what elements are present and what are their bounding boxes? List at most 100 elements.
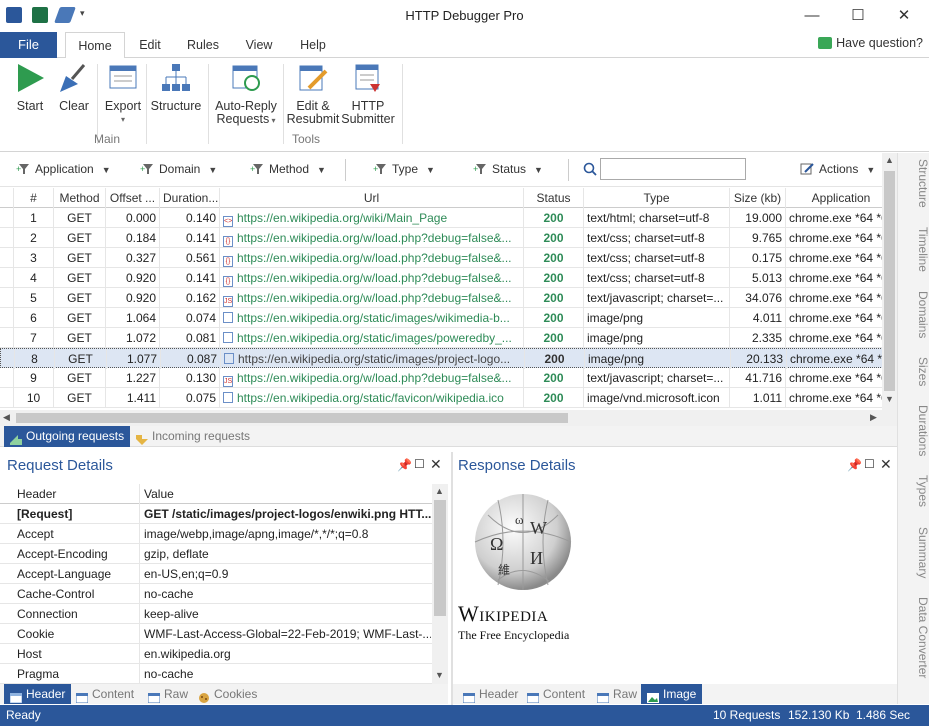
close-panel-icon[interactable]: ✕ [430,456,442,473]
scroll-thumb[interactable] [434,500,446,616]
tab-edit[interactable]: Edit [128,32,172,59]
scroll-right-icon[interactable]: ▶ [870,412,877,423]
start-button[interactable]: Start [12,62,48,113]
list-item[interactable]: Connection keep-alive [0,604,432,624]
resp-tab-image[interactable]: Image [641,684,703,704]
column-header[interactable]: Url [220,188,524,208]
table-row[interactable]: 9 GET 1.227 0.130 JS https://en.wikipedia.org… [0,368,882,388]
tab-incoming-requests[interactable]: Incoming requests [130,426,256,447]
table-row[interactable]: 4 GET 0.920 0.141{} https://en.wikipedia.org… [0,268,882,288]
req-tab-content[interactable]: Content [70,684,140,704]
pin-icon[interactable]: 📌 [847,458,862,472]
req-tab-raw[interactable]: Raw [142,684,194,704]
column-header[interactable]: Offset ... [106,188,160,208]
panel-splitter[interactable] [451,452,453,705]
type-cell: text/html; charset=utf-8 [584,208,730,228]
side-tab-types[interactable]: Types [898,475,929,507]
column-header[interactable]: Duration... [160,188,220,208]
status-total-time: 1.486 Sec [856,708,911,722]
side-tab-data-converter[interactable]: Data Converter [898,597,929,678]
tab-outgoing-requests[interactable]: Outgoing requests [4,426,131,447]
list-item[interactable]: Host en.wikipedia.org [0,644,432,664]
table-row[interactable]: 10 GET 1.411 0.075 https://en.wikipedia.org/… [0,388,882,408]
column-header[interactable]: Status [524,188,584,208]
search-input[interactable] [600,158,746,180]
req-tab-header[interactable]: Header [4,684,72,704]
scroll-down-icon[interactable]: ▼ [882,394,897,404]
column-header[interactable]: Application [786,188,882,208]
application-filter[interactable]: + Application ▼ [16,162,111,176]
image-file-icon [223,332,233,343]
tab-rules[interactable]: Rules [180,32,226,59]
resp-tab-raw[interactable]: Raw [591,684,643,704]
table-row[interactable]: 5 GET 0.920 0.162 JS https://en.wikipedia.org… [0,288,882,308]
clear-button[interactable]: Clear [56,62,92,113]
column-header[interactable]: Size (kb) [730,188,786,208]
side-tab-sizes[interactable]: Sizes [898,357,929,386]
type-filter[interactable]: + Type ▼ [373,162,435,176]
actions-button[interactable]: Actions ▼ [800,162,875,176]
maximize-panel-icon[interactable]: ☐ [864,457,875,471]
type-cell: text/css; charset=utf-8 [584,268,730,288]
scroll-thumb[interactable] [884,171,895,391]
side-tab-durations[interactable]: Durations [898,405,929,456]
maximize-icon[interactable]: ☐ [843,6,873,26]
column-header[interactable]: Method [54,188,106,208]
side-tab-structure[interactable]: Structure [898,159,929,208]
list-item[interactable]: Cache-Control no-cache [0,584,432,604]
domain-filter[interactable]: + Domain ▼ [140,162,217,176]
side-tab-timeline[interactable]: Timeline [898,227,929,272]
pin-icon[interactable]: 📌 [397,458,412,472]
table-row[interactable]: 7 GET 1.072 0.081 https://en.wikipedia.org/s… [0,328,882,348]
have-question-link[interactable]: Have question? [818,36,923,50]
header-value: no-cache [144,667,194,681]
scroll-up-icon[interactable]: ▲ [432,486,447,496]
export-button[interactable]: Export ▾ [103,62,143,126]
ribbon: Start Clear Export ▾ Structure Auto-Repl… [0,58,929,152]
status-filter[interactable]: + Status ▼ [473,162,543,176]
list-item[interactable]: Pragma no-cache [0,664,432,684]
table-row[interactable]: 8 GET 1.077 0.087 https://en.wikipedia.org/s… [0,348,882,369]
tab-home[interactable]: Home [65,32,125,59]
html-file-icon: <> [223,216,233,227]
value-column[interactable]: Value [141,484,431,504]
column-header[interactable]: Type [584,188,730,208]
table-row[interactable]: 6 GET 1.064 0.074 https://en.wikipedia.org/s… [0,308,882,328]
list-item[interactable]: [Request] GET /static/images/project-logo… [0,504,432,524]
scroll-thumb[interactable] [16,413,568,423]
http-submitter-button[interactable]: HTTP Submitter [340,62,396,126]
grid-horizontal-scrollbar[interactable]: ◀ ▶ [0,410,897,426]
structure-button[interactable]: Structure [150,62,202,113]
tab-help[interactable]: Help [290,32,336,59]
maximize-panel-icon[interactable]: ☐ [414,457,425,471]
column-header[interactable]: # [14,188,54,208]
offset-cell: 0.184 [106,228,160,248]
scroll-up-icon[interactable]: ▲ [882,155,897,165]
table-row[interactable]: 1 GET 0.000 0.140 <> https://en.wikipedia.org… [0,208,882,228]
minimize-icon[interactable]: — [797,6,827,26]
request-details-scrollbar[interactable]: ▲ ▼ [432,484,448,684]
side-tab-summary[interactable]: Summary [898,527,929,578]
list-item[interactable]: Accept image/webp,image/apng,image/*,*/*;… [0,524,432,544]
grid-vertical-scrollbar[interactable]: ▲ ▼ [882,153,897,410]
list-item[interactable]: Cookie WMF-Last-Access-Global=22-Feb-2019… [0,624,432,644]
side-tab-domains[interactable]: Domains [898,291,929,338]
req-tab-cookies[interactable]: Cookies [192,684,263,704]
table-row[interactable]: 2 GET 0.184 0.141{} https://en.wikipedia.org… [0,228,882,248]
tab-view[interactable]: View [236,32,282,59]
resp-tab-header[interactable]: Header [457,684,524,704]
scroll-down-icon[interactable]: ▼ [432,670,447,680]
edit-resubmit-button[interactable]: Edit & Resubmit [285,62,341,126]
list-item[interactable]: Accept-Language en-US,en;q=0.9 [0,564,432,584]
tab-file[interactable]: File [0,32,57,58]
method-filter[interactable]: + Method ▼ [250,162,326,176]
close-icon[interactable]: ✕ [889,6,919,26]
auto-reply-button[interactable]: Auto-Reply Requests ▾ [213,62,279,127]
close-panel-icon[interactable]: ✕ [880,456,892,473]
list-item[interactable]: Accept-Encoding gzip, deflate [0,544,432,564]
req-tab-cookies-label: Cookies [214,687,258,701]
table-row[interactable]: 3 GET 0.327 0.561{} https://en.wikipedia.org… [0,248,882,268]
resp-tab-content[interactable]: Content [521,684,591,704]
header-column[interactable]: Header [14,484,140,504]
scroll-left-icon[interactable]: ◀ [3,412,10,423]
